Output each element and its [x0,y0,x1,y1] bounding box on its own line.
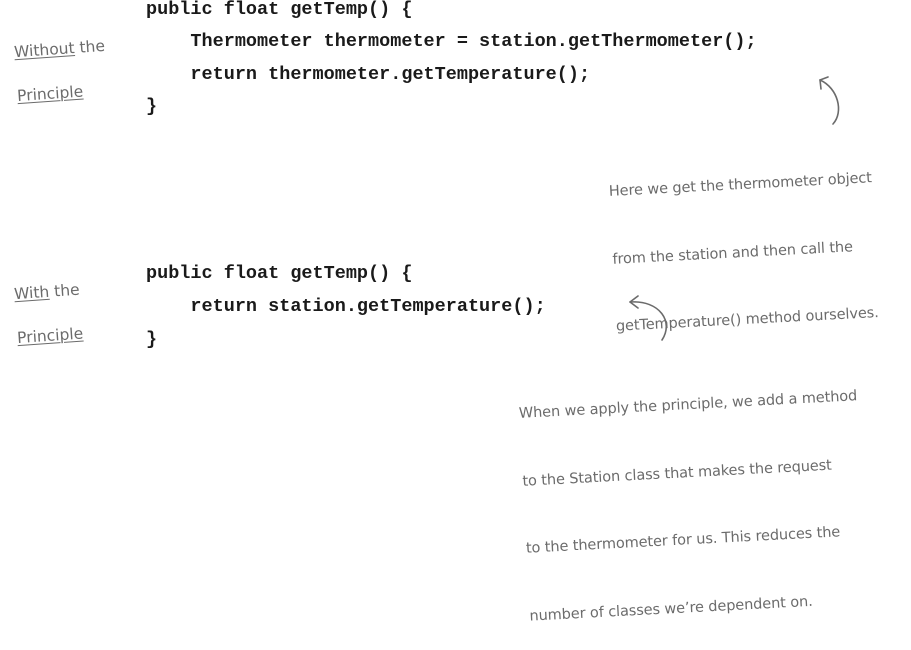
without-principle-label: Without the Principle [2,13,109,108]
with-label-rest: the [48,280,81,301]
without-label-principle: Principle [16,82,84,106]
with-code-line-1: public float getTemp() { [146,263,413,284]
with-label-principle: Principle [16,324,84,348]
without-code-line-4: } [146,96,158,117]
with-label-underlined: With [13,282,50,304]
without-code-line-1: public float getTemp() { [146,0,413,20]
without-label-rest: the [73,36,106,57]
with-note-arrow-icon [629,295,668,341]
with-note-line-2: to the Station class that makes the requ… [522,457,833,490]
with-principle-note: When we apply the principle, we add a me… [516,340,870,650]
without-code-line-2: Thermometer thermometer = station.getThe… [146,31,757,52]
with-note-line-3: to the thermometer for us. This reduces … [525,524,841,557]
with-code-line-2: return station.getTemperature(); [146,296,546,317]
with-code-line-3: } [146,329,158,350]
without-note-line-2: from the station and then call the [612,238,854,268]
without-code-line-3: return thermometer.getTemperature(); [146,64,591,85]
with-note-line-4: number of classes we’re dependent on. [529,593,814,625]
with-principle-label: With the Principle [2,257,84,350]
with-note-line-1: When we apply the principle, we add a me… [518,388,858,422]
without-note-line-1: Here we get the thermometer object [608,170,873,200]
without-label-underlined: Without [13,39,76,62]
